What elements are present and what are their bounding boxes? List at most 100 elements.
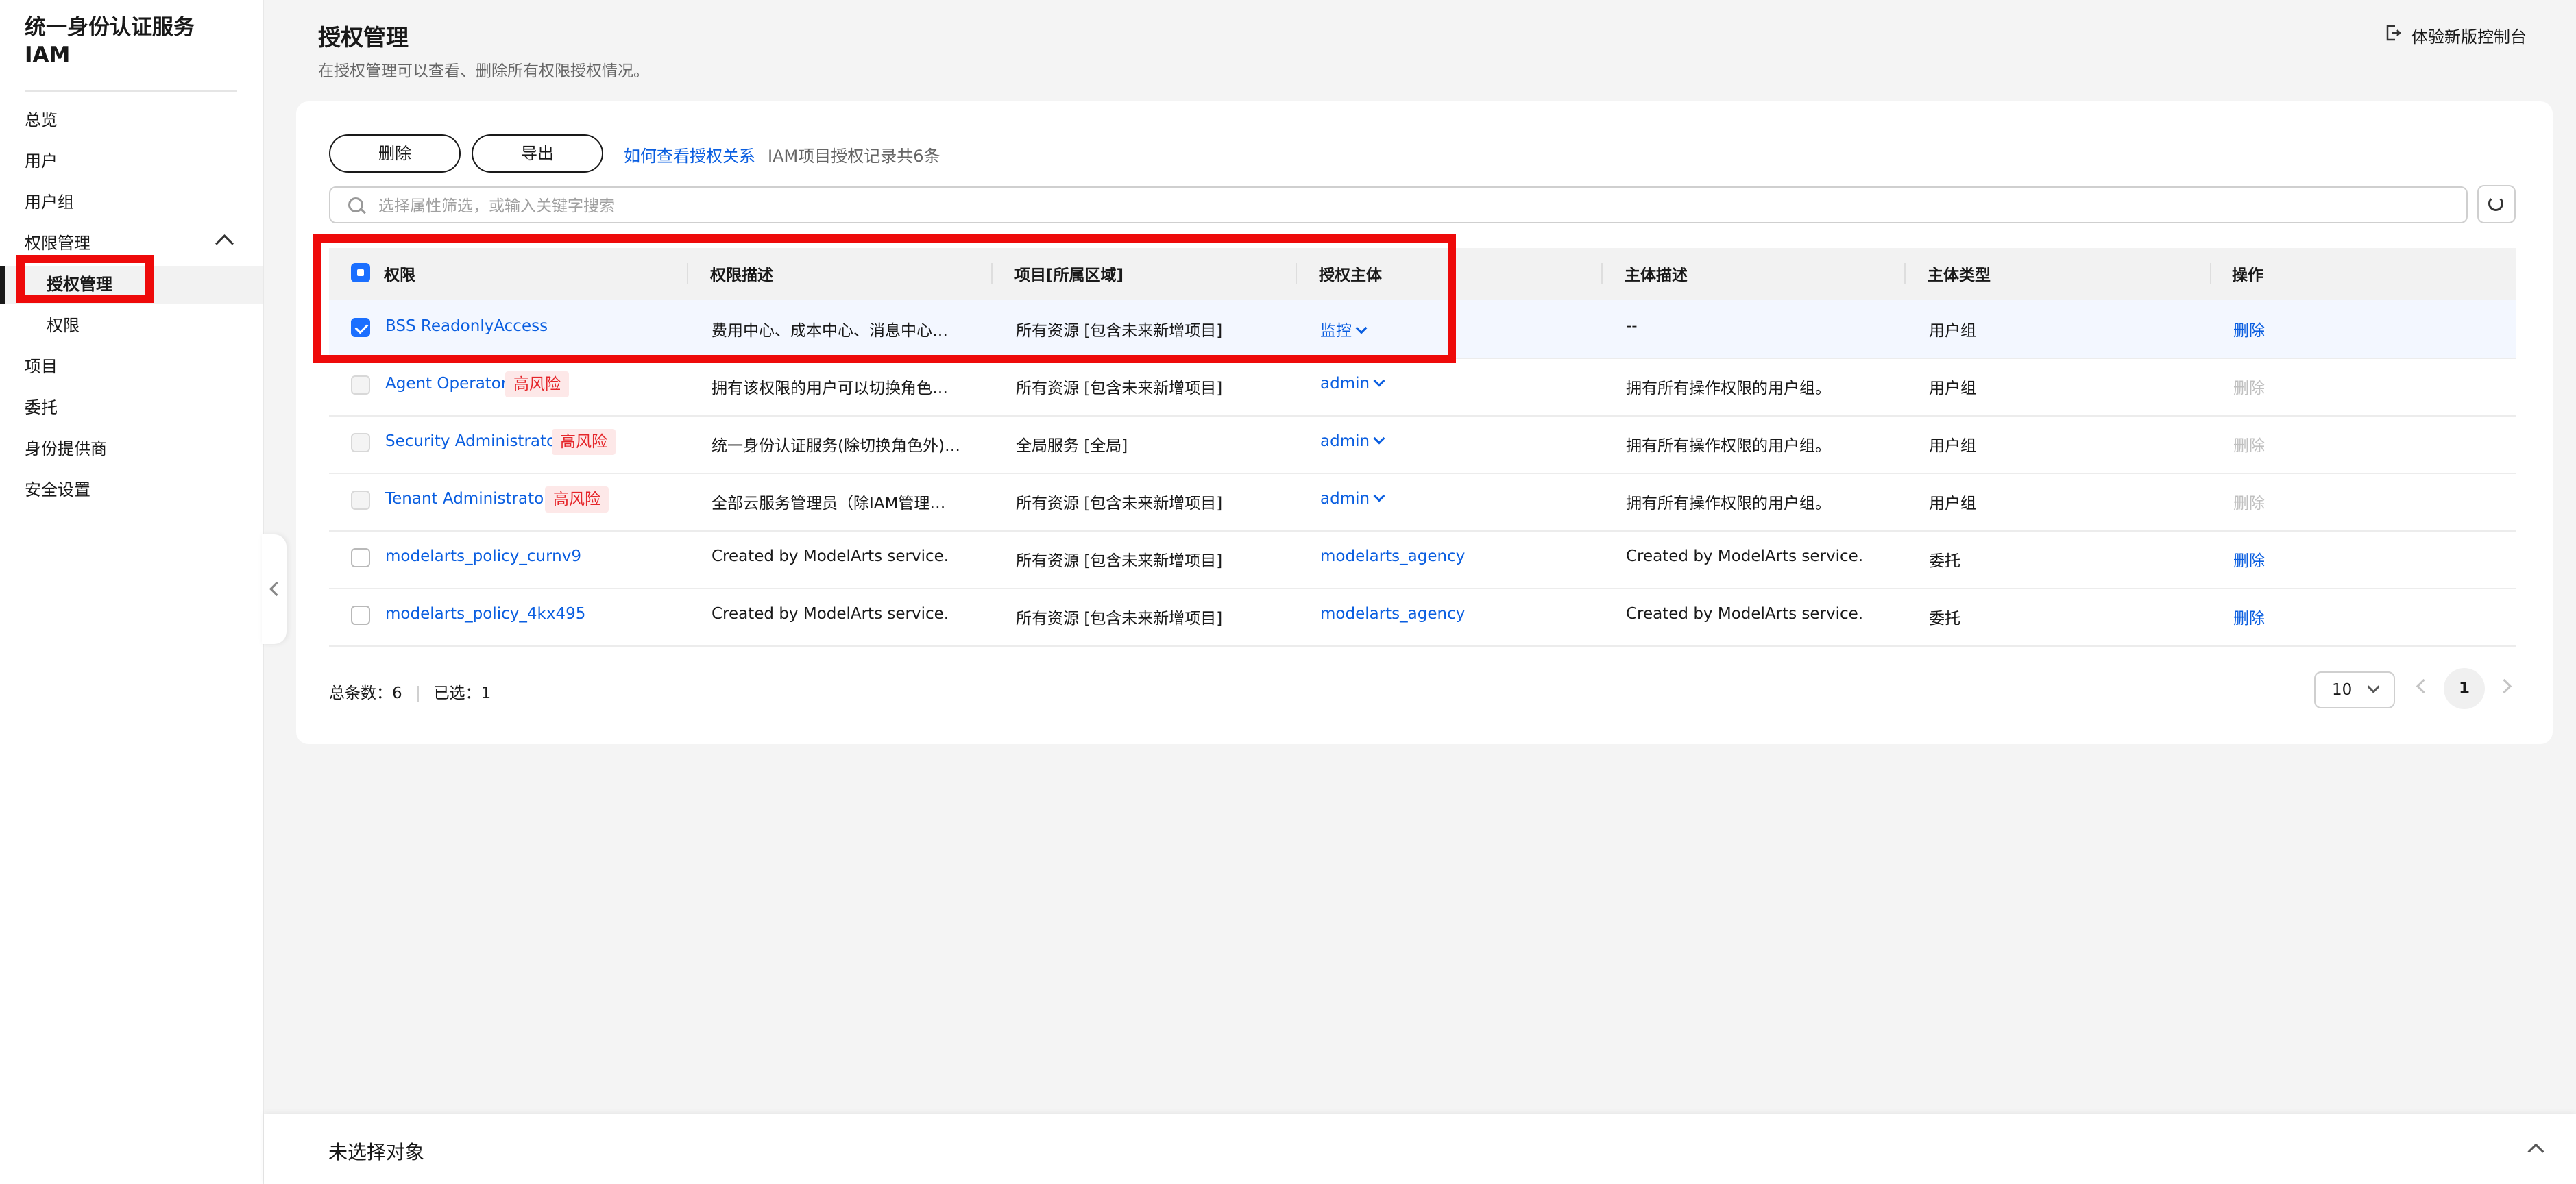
- chevron-left-icon: [269, 581, 284, 597]
- record-count-note: IAM项目授权记录共6条: [768, 147, 940, 166]
- row-delete-link[interactable]: 删除: [2233, 317, 2265, 341]
- export-button[interactable]: 导出: [472, 134, 603, 173]
- policy-description: 全部云服务管理员（除IAM管理…: [712, 495, 946, 513]
- principal-dropdown[interactable]: admin: [1320, 490, 1581, 508]
- table-row[interactable]: modelarts_policy_4kx495 Created by Model…: [329, 588, 2516, 647]
- chevron-down-icon[interactable]: [1373, 432, 1385, 445]
- search-bar: [329, 186, 2468, 223]
- brand-title: 统一身份认证服务: [25, 15, 195, 40]
- principal-name[interactable]: admin: [1320, 375, 1370, 393]
- row-checkbox[interactable]: [351, 606, 370, 625]
- policy-link[interactable]: Tenant Administrator: [385, 490, 550, 508]
- chevron-up-icon[interactable]: [2527, 1143, 2544, 1160]
- row-checkbox: [351, 433, 370, 452]
- selected-count: 已选：1: [433, 684, 491, 702]
- column-header-principal-type: 主体类型: [1928, 267, 1991, 284]
- table-totals: 总条数：6 已选：1: [329, 680, 491, 703]
- row-delete-link[interactable]: 删除: [2233, 547, 2265, 571]
- help-link[interactable]: 如何查看授权关系: [624, 143, 755, 166]
- principal-link[interactable]: modelarts_agency: [1320, 605, 1581, 623]
- project-scope: 所有资源 [包含未来新增项目]: [1016, 610, 1223, 628]
- row-delete-link-disabled: 删除: [2233, 495, 2265, 513]
- policy-link[interactable]: Security Administrator: [385, 432, 563, 450]
- row-checkbox[interactable]: [351, 548, 370, 567]
- sidebar-active-indicator: [0, 266, 5, 304]
- row-delete-link-disabled: 删除: [2233, 380, 2265, 397]
- sidebar-item-users[interactable]: 用户: [25, 149, 58, 173]
- column-divider: [1601, 263, 1603, 284]
- delete-button[interactable]: 删除: [329, 134, 461, 173]
- project-scope: 所有资源 [包含未来新增项目]: [1016, 380, 1223, 397]
- principal-description: Created by ModelArts service.: [1626, 605, 1864, 623]
- page-title: 授权管理: [318, 24, 409, 51]
- sidebar-item-permission-management[interactable]: 权限管理: [25, 232, 90, 255]
- sidebar-item-agencies[interactable]: 委托: [25, 396, 58, 419]
- chevron-up-icon[interactable]: [215, 234, 234, 253]
- principal-dropdown[interactable]: admin: [1320, 432, 1581, 450]
- column-header-actions: 操作: [2232, 267, 2263, 284]
- principal-description: 拥有所有操作权限的用户组。: [1626, 380, 1831, 397]
- service-brand: 统一身份认证服务 IAM: [25, 14, 237, 69]
- exit-icon: [2386, 25, 2401, 41]
- chevron-down-icon: [2367, 680, 2380, 693]
- principal-dropdown[interactable]: admin: [1320, 375, 1581, 393]
- current-page-button[interactable]: 1: [2444, 668, 2485, 709]
- principal-type: 用户组: [1929, 322, 1976, 340]
- total-count: 总条数：6: [329, 684, 402, 702]
- policy-description: 拥有该权限的用户可以切换角色…: [712, 380, 948, 397]
- chevron-down-icon[interactable]: [1373, 490, 1385, 502]
- policy-link[interactable]: Agent Operator: [385, 375, 507, 393]
- principal-link[interactable]: modelarts_agency: [1320, 547, 1581, 565]
- sidebar: 统一身份认证服务 IAM 总览 用户 用户组 权限管理 授权管理 权限 项目 委…: [0, 0, 264, 1184]
- policy-description: 统一身份认证服务(除切换角色外)…: [712, 437, 960, 455]
- page-description: 在授权管理可以查看、删除所有权限授权情况。: [318, 62, 649, 80]
- search-icon: [348, 197, 363, 212]
- chevron-down-icon[interactable]: [1373, 375, 1385, 387]
- principal-description: 拥有所有操作权限的用户组。: [1626, 495, 1831, 513]
- high-risk-badge: 高风险: [545, 486, 609, 513]
- highlight-box-sidebar: [16, 255, 154, 303]
- search-input[interactable]: [377, 193, 2436, 219]
- row-checkbox: [351, 491, 370, 510]
- project-scope: 所有资源 [包含未来新增项目]: [1016, 552, 1223, 570]
- sidebar-item-user-groups[interactable]: 用户组: [25, 190, 74, 214]
- principal-name[interactable]: admin: [1320, 490, 1370, 508]
- row-delete-link[interactable]: 删除: [2233, 605, 2265, 628]
- sidebar-item-security-settings[interactable]: 安全设置: [25, 478, 90, 502]
- principal-type: 用户组: [1929, 495, 1976, 513]
- sidebar-collapse-button[interactable]: [262, 534, 287, 644]
- project-scope: 所有资源 [包含未来新增项目]: [1016, 495, 1223, 513]
- table-row[interactable]: Tenant Administrator 高风险 全部云服务管理员（除IAM管理…: [329, 473, 2516, 532]
- highlight-box-table: [313, 234, 1456, 363]
- policy-link[interactable]: modelarts_policy_curnv9: [385, 547, 673, 565]
- new-console-link[interactable]: 体验新版控制台: [2411, 23, 2527, 47]
- policy-link[interactable]: modelarts_policy_4kx495: [385, 605, 673, 623]
- page-size-value: 10: [2332, 681, 2353, 699]
- principal-description: 拥有所有操作权限的用户组。: [1626, 437, 1831, 455]
- sidebar-item-permissions[interactable]: 权限: [47, 314, 80, 337]
- principal-type: 委托: [1929, 552, 1960, 570]
- policy-description: Created by ModelArts service.: [712, 547, 949, 565]
- refresh-button[interactable]: [2477, 185, 2516, 223]
- table-row[interactable]: Security Administrator 高风险 统一身份认证服务(除切换角…: [329, 415, 2516, 474]
- principal-description: Created by ModelArts service.: [1626, 547, 1864, 565]
- principal-type: 用户组: [1929, 380, 1976, 397]
- sidebar-item-identity-providers[interactable]: 身份提供商: [25, 437, 107, 460]
- principal-type: 用户组: [1929, 437, 1976, 455]
- project-scope: 全局服务 [全局]: [1016, 437, 1128, 455]
- policy-description: Created by ModelArts service.: [712, 605, 949, 623]
- principal-description: --: [1626, 317, 1638, 335]
- divider: [417, 685, 419, 702]
- sidebar-item-overview[interactable]: 总览: [25, 108, 58, 132]
- page-size-select[interactable]: 10: [2314, 671, 2395, 708]
- refresh-icon: [2488, 196, 2503, 211]
- high-risk-badge: 高风险: [552, 429, 616, 455]
- table-row[interactable]: Agent Operator 高风险 拥有该权限的用户可以切换角色… 所有资源 …: [329, 358, 2516, 417]
- column-header-principal-desc: 主体描述: [1625, 267, 1688, 284]
- table-row[interactable]: modelarts_policy_curnv9 Created by Model…: [329, 530, 2516, 589]
- sidebar-item-projects[interactable]: 项目: [25, 355, 58, 378]
- principal-name[interactable]: admin: [1320, 432, 1370, 450]
- principal-type: 委托: [1929, 610, 1960, 628]
- column-divider: [1904, 263, 1906, 284]
- selection-status: 未选择对象: [328, 1141, 425, 1163]
